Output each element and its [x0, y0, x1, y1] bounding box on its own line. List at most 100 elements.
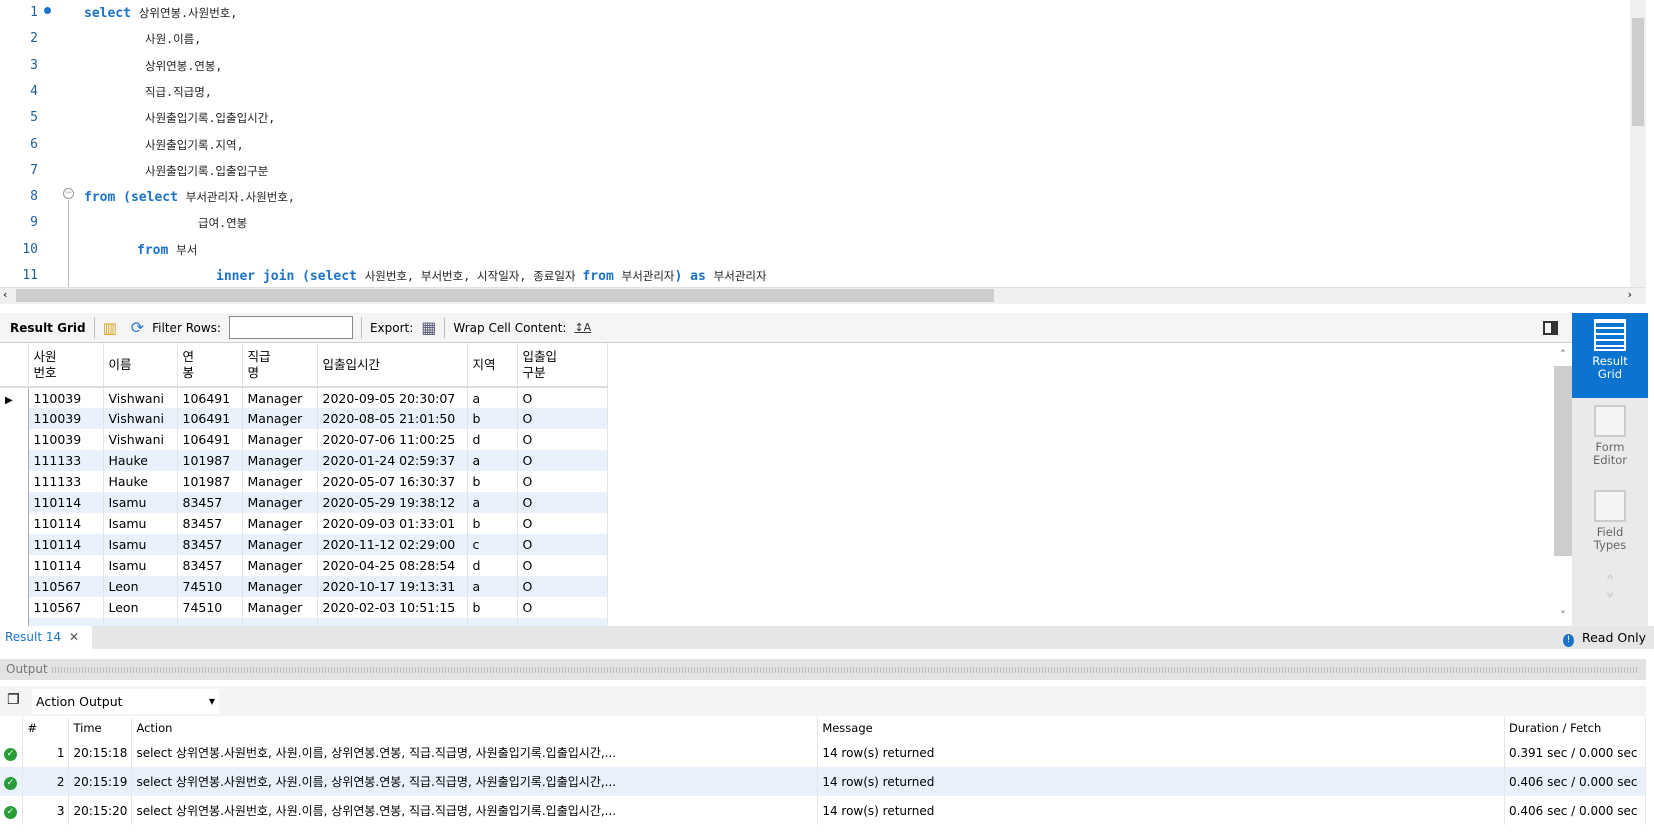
cell[interactable]: 110114 [28, 534, 104, 555]
cell[interactable]: O [517, 408, 608, 429]
code-line[interactable]: 8 from (select 부서관리자.사원번호, [0, 184, 1620, 210]
table-row[interactable]: 110114 Isamu 83457 Manager 2020-09-03 01:33:… [0, 513, 608, 534]
row-gutter[interactable] [0, 408, 29, 429]
cell[interactable]: Manager [242, 555, 318, 576]
cell[interactable]: 110039 [28, 429, 104, 450]
row-gutter[interactable] [0, 534, 29, 555]
row-gutter[interactable] [0, 471, 29, 492]
cell[interactable]: 74510 [177, 597, 243, 618]
grid-columns-icon[interactable]: ▥ [103, 319, 117, 337]
output-column-header[interactable]: Message [817, 717, 1505, 738]
column-header[interactable]: 입출입시간 [317, 343, 468, 388]
cell[interactable]: 74510 [177, 576, 243, 597]
code-line[interactable]: 2 사원.이름, [0, 26, 1620, 52]
code-line[interactable]: 6 사원출입기록.지역, [0, 132, 1620, 158]
cell[interactable]: O [517, 450, 608, 471]
cell[interactable]: O [517, 429, 608, 450]
copy-icon[interactable]: ❐ [7, 692, 20, 708]
column-header[interactable]: 연 봉 [177, 343, 243, 388]
cell[interactable]: 2020-07-06 11:00:25 [317, 429, 468, 450]
field-types-view-button[interactable]: Field Types [1572, 488, 1648, 563]
cell[interactable]: 2020-04-25 08:28:54 [317, 555, 468, 576]
drag-handle[interactable] [51, 666, 1637, 673]
result-grid-view-button[interactable]: Result Grid [1572, 313, 1648, 398]
grid-scroll-thumb[interactable] [1554, 366, 1572, 556]
table-row[interactable]: 110567 Leon 74510 Manager 2020-02-03 10:51:1… [0, 597, 608, 618]
cell[interactable]: b [467, 408, 518, 429]
cell[interactable]: Manager [242, 429, 318, 450]
cell[interactable]: c [467, 534, 518, 555]
cell[interactable]: 110039 [28, 408, 104, 429]
cell[interactable]: 2020-10-17 19:13:31 [317, 576, 468, 597]
cell[interactable]: O [517, 492, 608, 513]
cell[interactable]: 110114 [28, 513, 104, 534]
code-line[interactable]: 1 select 상위연봉.사원번호, [0, 0, 1620, 26]
output-column-header[interactable]: # [22, 717, 70, 738]
row-gutter[interactable] [0, 555, 29, 576]
cell[interactable]: b [467, 597, 518, 618]
column-header[interactable]: 지역 [467, 343, 518, 388]
cell[interactable]: Manager [242, 597, 318, 618]
cell[interactable]: Isamu [103, 492, 178, 513]
cell[interactable]: a [467, 387, 518, 408]
editor-vertical-scroll-thumb[interactable] [1632, 18, 1644, 126]
code-line[interactable]: 3 상위연봉.연봉, [0, 53, 1620, 79]
more-views-chevrons-icon[interactable]: ˄ ˅ [1572, 574, 1648, 612]
cell[interactable]: a [467, 576, 518, 597]
cell[interactable]: 110039 [28, 387, 104, 408]
cell[interactable]: d [467, 429, 518, 450]
cell[interactable]: Hauke [103, 450, 178, 471]
cell[interactable]: Manager [242, 492, 318, 513]
output-column-header[interactable]: Duration / Fetch [1504, 717, 1647, 738]
output-row[interactable]: ✓ 2 20:15:19 select 상위연봉.사원번호, 사원.이름, 상위연봉.… [0, 767, 1647, 796]
cell[interactable]: O [517, 471, 608, 492]
cell[interactable]: b [467, 513, 518, 534]
cell[interactable]: 110567 [28, 576, 104, 597]
cell[interactable]: Hauke [103, 471, 178, 492]
column-header[interactable]: 직급 명 [242, 343, 318, 388]
cell[interactable]: a [467, 492, 518, 513]
cell[interactable]: O [517, 555, 608, 576]
cell[interactable]: Manager [242, 408, 318, 429]
cell[interactable]: Manager [242, 534, 318, 555]
cell[interactable]: 110114 [28, 555, 104, 576]
row-gutter[interactable] [0, 597, 29, 618]
cell[interactable]: b [467, 471, 518, 492]
row-gutter[interactable] [0, 513, 29, 534]
cell[interactable]: O [517, 387, 608, 408]
cell[interactable]: 2020-08-05 21:01:50 [317, 408, 468, 429]
output-row[interactable]: ✓ 1 20:15:18 select 상위연봉.사원번호, 사원.이름, 상위연봉.… [0, 738, 1647, 767]
column-header[interactable]: 사원 번호 [28, 343, 104, 388]
output-column-header[interactable]: Action [131, 717, 819, 738]
cell[interactable]: 2020-11-12 02:29:00 [317, 534, 468, 555]
table-row[interactable]: 110039 Vishwani 106491 Manager 2020-07-06 11… [0, 429, 608, 450]
cell[interactable]: 2020-05-29 19:38:12 [317, 492, 468, 513]
cell[interactable]: d [467, 555, 518, 576]
cell[interactable]: O [517, 513, 608, 534]
column-header[interactable]: 이름 [103, 343, 178, 388]
cell[interactable]: 2020-09-05 20:30:07 [317, 387, 468, 408]
cell[interactable]: Isamu [103, 555, 178, 576]
cell[interactable]: 2020-09-03 01:33:01 [317, 513, 468, 534]
output-row[interactable]: ✓ 3 20:15:20 select 상위연봉.사원번호, 사원.이름, 상위연봉.… [0, 796, 1647, 825]
cell[interactable]: Vishwani [103, 387, 178, 408]
cell[interactable]: 83457 [177, 534, 243, 555]
cell[interactable]: Manager [242, 387, 318, 408]
cell[interactable]: 83457 [177, 513, 243, 534]
result-tab[interactable]: Result 14 ✕ [0, 626, 92, 649]
cell[interactable]: Manager [242, 450, 318, 471]
table-row[interactable]: ▶ 110039 Vishwani 106491 Manager 2020-09-05 2… [0, 387, 608, 408]
column-header[interactable]: 입출입 구분 [517, 343, 608, 388]
cell[interactable]: 110114 [28, 492, 104, 513]
row-gutter[interactable] [0, 429, 29, 450]
filter-rows-input[interactable] [228, 316, 353, 339]
code-line[interactable]: 11 inner join (select 사원번호, 부서번호, 시작일자, 종… [0, 263, 1620, 287]
output-column-header[interactable]: Time [68, 717, 133, 738]
cell[interactable]: 110567 [28, 597, 104, 618]
sql-editor[interactable]: 1 select 상위연봉.사원번호, 2 사원.이름, 3 상위연봉.연봉, 4 직급.직급… [0, 0, 1630, 287]
cell[interactable]: 2020-01-24 02:59:37 [317, 450, 468, 471]
cell[interactable]: Manager [242, 471, 318, 492]
cell[interactable]: Vishwani [103, 429, 178, 450]
table-row[interactable]: 110567 Leon 74510 Manager 2020-10-17 19:13:3… [0, 576, 608, 597]
table-row[interactable]: 110114 Isamu 83457 Manager 2020-04-25 08:28:… [0, 555, 608, 576]
